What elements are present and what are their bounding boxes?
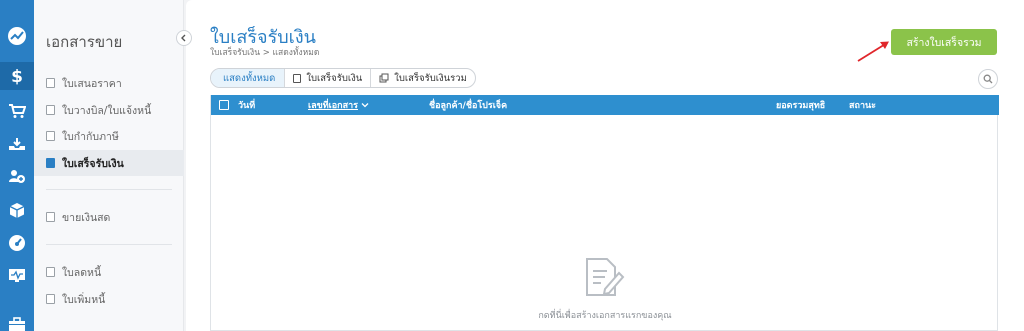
sidebar-item-label: ใบกำกับภาษี [62, 130, 119, 143]
document-icon [46, 131, 55, 141]
document-icon [46, 294, 55, 304]
search-icon [983, 74, 993, 84]
box-icon[interactable] [0, 196, 34, 224]
select-all-checkbox[interactable] [219, 100, 229, 110]
column-header-doc-no[interactable]: เลขที่เอกสาร [308, 95, 369, 115]
tab-show-all[interactable]: แสดงทั้งหมด [211, 69, 285, 87]
sidebar-item-tax-invoice[interactable]: ใบกำกับภาษี [46, 126, 184, 146]
collapse-sidebar-button[interactable] [176, 30, 192, 46]
sidebar-divider [46, 244, 172, 245]
document-icon [293, 73, 302, 83]
document-icon [46, 212, 55, 222]
monitor-icon[interactable] [0, 262, 34, 290]
chevron-left-icon [181, 34, 186, 42]
column-header-total[interactable]: ยอดรวมสุทธิ [776, 95, 825, 115]
icon-rail: $ [0, 0, 34, 331]
dashboard-icon[interactable] [0, 22, 34, 50]
tab-label: ใบเสร็จรับเงิน [306, 72, 363, 84]
sidebar-item-credit-note[interactable]: ใบลดหนี้ [46, 262, 184, 282]
briefcase-icon[interactable] [0, 310, 34, 331]
cart-icon[interactable] [0, 97, 34, 125]
breadcrumb[interactable]: ใบเสร็จรับเงิน > แสดงทั้งหมด [210, 45, 319, 59]
sidebar-item-billing-note[interactable]: ใบวางบิล/ใบแจ้งหนี้ [46, 100, 184, 120]
sidebar-item-quotation[interactable]: ใบเสนอราคา [46, 73, 184, 93]
documents-icon [379, 73, 389, 83]
document-icon [46, 105, 55, 115]
chevron-down-icon [361, 103, 369, 108]
column-header-label: เลขที่เอกสาร [308, 101, 358, 111]
sidebar-title: เอกสารขาย [46, 33, 123, 51]
sidebar-item-label: ใบเสนอราคา [62, 77, 122, 90]
main-content: ใบเสร็จรับเงิน ใบเสร็จรับเงิน > แสดงทั้ง… [186, 0, 1024, 331]
create-combined-receipt-button[interactable]: สร้างใบเสร็จรวม [891, 29, 997, 55]
annotation-arrow-icon [857, 41, 889, 62]
tab-label: แสดงทั้งหมด [223, 72, 276, 84]
column-header-status[interactable]: สถานะ [849, 95, 876, 115]
table-header: วันที่ เลขที่เอกสาร ชื่อลูกค้า/ชื่อโปรเจ… [211, 95, 999, 115]
documents-table: วันที่ เลขที่เอกสาร ชื่อลูกค้า/ชื่อโปรเจ… [210, 95, 999, 331]
sidebar-item-label: ใบเสร็จรับเงิน [62, 157, 124, 170]
document-edit-icon [586, 258, 625, 296]
inbox-icon[interactable] [0, 130, 34, 158]
column-header-customer[interactable]: ชื่อลูกค้า/ชื่อโปรเจ็ค [429, 95, 507, 115]
gauge-icon[interactable] [0, 229, 34, 257]
contacts-icon[interactable] [0, 163, 34, 191]
sidebar-item-cash-sale[interactable]: ขายเงินสด [46, 207, 184, 227]
tab-receipt[interactable]: ใบเสร็จรับเงิน [284, 69, 370, 87]
tab-label: ใบเสร็จรับเงินรวม [394, 72, 467, 84]
sidebar-item-label: ขายเงินสด [62, 211, 111, 224]
tab-combined-receipt[interactable]: ใบเสร็จรับเงินรวม [370, 69, 475, 87]
svg-text:$: $ [11, 67, 23, 85]
document-icon [46, 158, 55, 168]
empty-state-text[interactable]: กดที่นี่เพื่อสร้างเอกสารแรกของคุณ [211, 308, 999, 322]
search-button[interactable] [978, 69, 998, 89]
sidebar-item-label: ใบวางบิล/ใบแจ้งหนี้ [62, 104, 152, 117]
sidebar-divider [46, 189, 172, 190]
sales-documents-sidebar: เอกสารขาย ใบเสนอราคา ใบวางบิล/ใบแจ้งหนี้… [34, 0, 184, 331]
filter-tabs: แสดงทั้งหมด ใบเสร็จรับเงิน ใบเสร็จรับเงิ… [210, 68, 476, 88]
sidebar-item-label: ใบลดหนี้ [62, 266, 102, 279]
document-icon [46, 267, 55, 277]
document-icon [46, 78, 55, 88]
sales-icon[interactable]: $ [0, 62, 34, 90]
sidebar-item-label: ใบเพิ่มหนี้ [62, 293, 106, 306]
sidebar-item-debit-note[interactable]: ใบเพิ่มหนี้ [46, 289, 184, 309]
sidebar-item-receipt[interactable]: ใบเสร็จรับเงิน [34, 150, 184, 176]
column-header-date[interactable]: วันที่ [238, 95, 255, 115]
